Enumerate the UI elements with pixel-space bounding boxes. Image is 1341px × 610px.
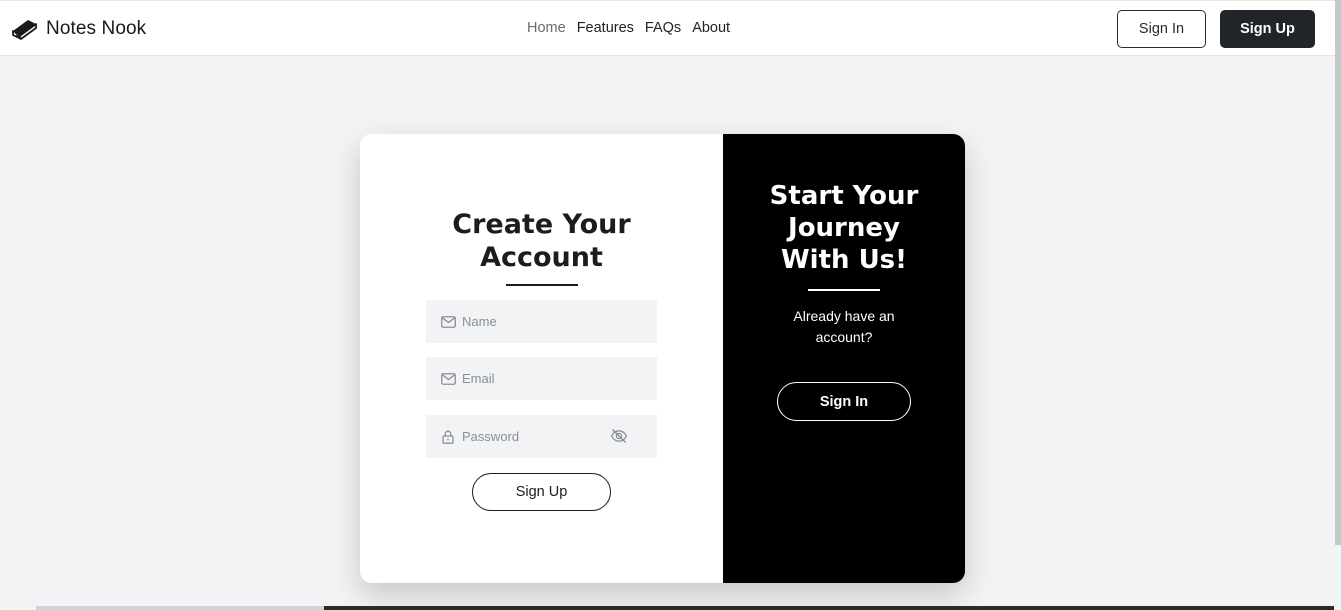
promo-title-line2: Journey: [788, 213, 900, 243]
promo-subtitle: Already have an account?: [793, 308, 895, 345]
promo-title-line1: Start Your: [769, 181, 919, 211]
nav-links: Home Features FAQs About: [527, 20, 741, 36]
book-icon: [10, 15, 38, 43]
mail-icon: [440, 371, 456, 387]
nav-link-about[interactable]: About: [692, 20, 730, 36]
nav-link-faqs[interactable]: FAQs: [645, 20, 681, 36]
signup-title-line2: Account: [480, 242, 603, 273]
nav-link-home[interactable]: Home: [527, 20, 566, 36]
bottom-strip-segment: [324, 606, 1334, 610]
email-input[interactable]: [462, 371, 602, 386]
title-divider: [506, 284, 578, 286]
password-input[interactable]: [462, 429, 602, 444]
navbar: Notes Nook Home Features FAQs About Sign…: [0, 0, 1341, 56]
lock-icon: [440, 429, 456, 445]
eye-slash-icon[interactable]: [610, 428, 628, 446]
email-field: [426, 357, 657, 400]
auth-card: Create Your Account Sign Up: [360, 134, 965, 583]
promo-title: Start Your Journey With Us!: [723, 180, 965, 276]
brand-name: Notes Nook: [46, 18, 147, 39]
bottom-edge-strip: [36, 606, 1341, 610]
promo-title-line3: With Us!: [780, 245, 908, 275]
signup-title-line1: Create Your: [452, 209, 631, 240]
promo-divider: [808, 289, 880, 291]
nav-signin-button[interactable]: Sign In: [1117, 10, 1206, 48]
page-scrollbar[interactable]: [1335, 0, 1341, 545]
promo-signin-button[interactable]: Sign In: [777, 382, 911, 421]
signup-title: Create Your Account: [360, 208, 723, 274]
mail-icon: [440, 314, 456, 330]
nav-signup-button[interactable]: Sign Up: [1220, 10, 1315, 48]
signup-submit-button[interactable]: Sign Up: [472, 473, 611, 511]
brand-logo-link[interactable]: Notes Nook: [10, 15, 146, 43]
promo-panel: Start Your Journey With Us! Already have…: [723, 134, 965, 583]
signup-panel: Create Your Account Sign Up: [360, 134, 723, 583]
nav-link-features[interactable]: Features: [577, 20, 634, 36]
name-input[interactable]: [462, 314, 602, 329]
password-field: [426, 415, 657, 458]
bottom-strip-segment: [36, 606, 324, 610]
name-field: [426, 300, 657, 343]
